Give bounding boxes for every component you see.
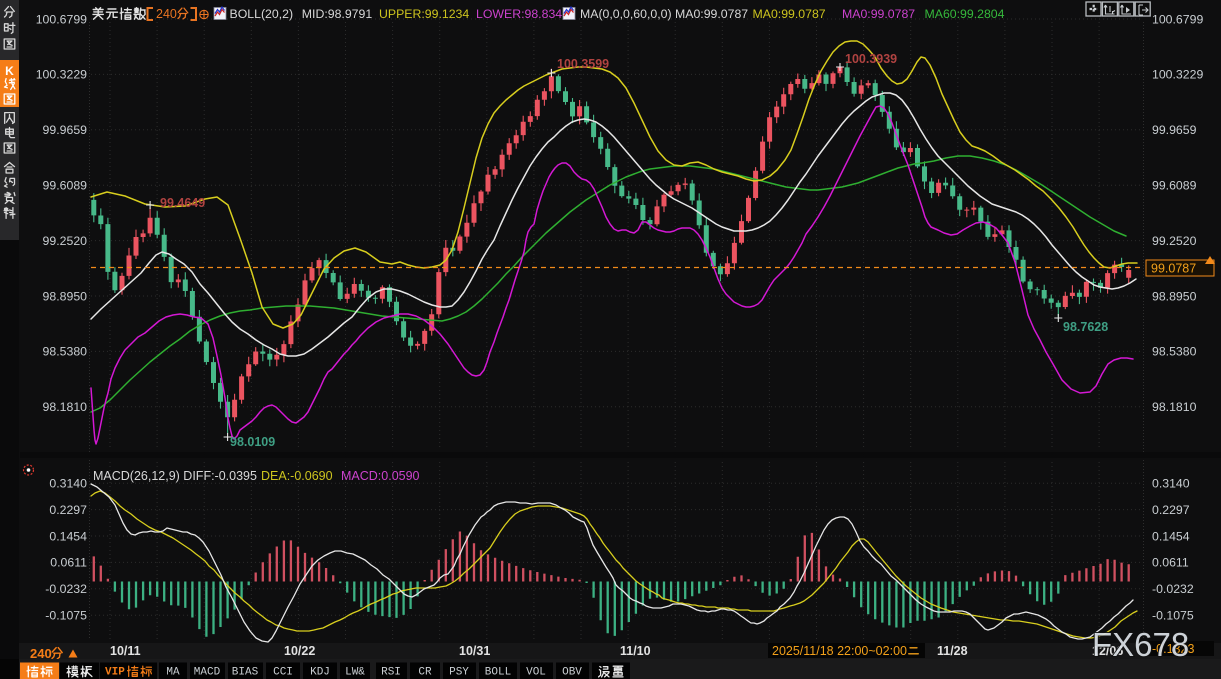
- svg-text:240: 240: [156, 7, 177, 21]
- svg-text:VOL: VOL: [526, 667, 546, 679]
- svg-text:OBV: OBV: [562, 667, 582, 679]
- svg-text:100.3939: 100.3939: [845, 52, 897, 66]
- svg-text:FX678: FX678: [1092, 626, 1189, 663]
- svg-text:MA(0,0,0,60,0,0): MA(0,0,0,60,0,0): [580, 7, 672, 21]
- svg-text:RSI: RSI: [381, 667, 401, 679]
- svg-text:10/11: 10/11: [110, 644, 141, 658]
- svg-text:-0.1075: -0.1075: [45, 609, 87, 623]
- svg-text:0.3140: 0.3140: [49, 477, 87, 491]
- svg-text:0.0611: 0.0611: [1152, 556, 1189, 570]
- svg-text:99.2520: 99.2520: [1152, 234, 1197, 248]
- svg-text:98.5380: 98.5380: [43, 345, 88, 359]
- svg-text:MACD: MACD: [194, 667, 221, 679]
- svg-text:MA60:99.2804: MA60:99.2804: [925, 7, 1005, 21]
- svg-text:CCI: CCI: [273, 667, 293, 679]
- svg-text:100.6799: 100.6799: [1152, 12, 1203, 26]
- svg-text:0.1454: 0.1454: [1152, 529, 1190, 543]
- svg-text:0.0611: 0.0611: [50, 556, 87, 570]
- svg-text:98.5380: 98.5380: [1152, 345, 1197, 359]
- svg-text:0.1454: 0.1454: [49, 529, 87, 543]
- svg-text:100.3599: 100.3599: [557, 57, 609, 71]
- svg-text:LOWER:98.8348: LOWER:98.8348: [476, 7, 569, 21]
- svg-text:99.6089: 99.6089: [1152, 179, 1197, 193]
- svg-text:BOLL: BOLL: [485, 667, 511, 679]
- svg-text:98.7628: 98.7628: [1063, 320, 1108, 334]
- svg-text:-0.1075: -0.1075: [1152, 609, 1194, 623]
- svg-text:99.0787: 99.0787: [1151, 262, 1196, 276]
- svg-text:100.3229: 100.3229: [36, 68, 87, 82]
- svg-text:0.2297: 0.2297: [49, 503, 87, 517]
- svg-text:UPPER:99.1234: UPPER:99.1234: [379, 7, 469, 21]
- svg-text:VIP: VIP: [105, 667, 125, 679]
- svg-text:MA0:99.0787: MA0:99.0787: [675, 7, 748, 21]
- svg-text:-0.0232: -0.0232: [45, 582, 87, 596]
- svg-text:11/28: 11/28: [937, 644, 968, 658]
- svg-text:MACD(26,12,9) DIFF:-0.0395: MACD(26,12,9) DIFF:-0.0395: [93, 469, 257, 483]
- svg-text:10/22: 10/22: [284, 644, 315, 658]
- svg-text:BOLL(20,2): BOLL(20,2): [230, 7, 294, 21]
- svg-text:-0.0232: -0.0232: [1152, 582, 1194, 596]
- svg-text:100.3229: 100.3229: [1152, 68, 1203, 82]
- svg-text:KDJ: KDJ: [310, 667, 330, 679]
- svg-text:DEA:-0.0690: DEA:-0.0690: [261, 469, 333, 483]
- svg-text:240: 240: [30, 646, 52, 661]
- svg-text:MA0:99.0787: MA0:99.0787: [842, 7, 915, 21]
- svg-text:0.2297: 0.2297: [1152, 503, 1190, 517]
- svg-text:98.1810: 98.1810: [43, 400, 88, 414]
- svg-text:2025/11/18 22:00~02:00: 2025/11/18 22:00~02:00: [772, 644, 907, 658]
- svg-text:MACD:0.0590: MACD:0.0590: [341, 469, 420, 483]
- svg-text:98.8950: 98.8950: [43, 289, 88, 303]
- svg-text:K: K: [5, 64, 14, 78]
- svg-text:100.6799: 100.6799: [36, 12, 87, 26]
- svg-text:LW&: LW&: [345, 667, 365, 679]
- svg-text:CR: CR: [418, 667, 432, 679]
- svg-text:99.6089: 99.6089: [43, 179, 88, 193]
- svg-text:11/10: 11/10: [620, 644, 651, 658]
- svg-text:98.8950: 98.8950: [1152, 289, 1197, 303]
- svg-text:0.3140: 0.3140: [1152, 477, 1190, 491]
- svg-text:MID:98.9791: MID:98.9791: [302, 7, 373, 21]
- svg-text:99.2520: 99.2520: [43, 234, 88, 248]
- svg-text:98.1810: 98.1810: [1152, 400, 1197, 414]
- svg-text:PSY: PSY: [449, 667, 469, 679]
- svg-text:BIAS: BIAS: [232, 667, 259, 679]
- svg-text:99.9659: 99.9659: [1152, 123, 1197, 137]
- svg-text:99.4649: 99.4649: [160, 196, 205, 210]
- svg-text:MA0:99.0787: MA0:99.0787: [753, 7, 826, 21]
- svg-text:99.9659: 99.9659: [43, 123, 88, 137]
- svg-text:98.0109: 98.0109: [230, 435, 275, 449]
- svg-text:10/31: 10/31: [459, 644, 490, 658]
- svg-text:MA: MA: [166, 667, 180, 679]
